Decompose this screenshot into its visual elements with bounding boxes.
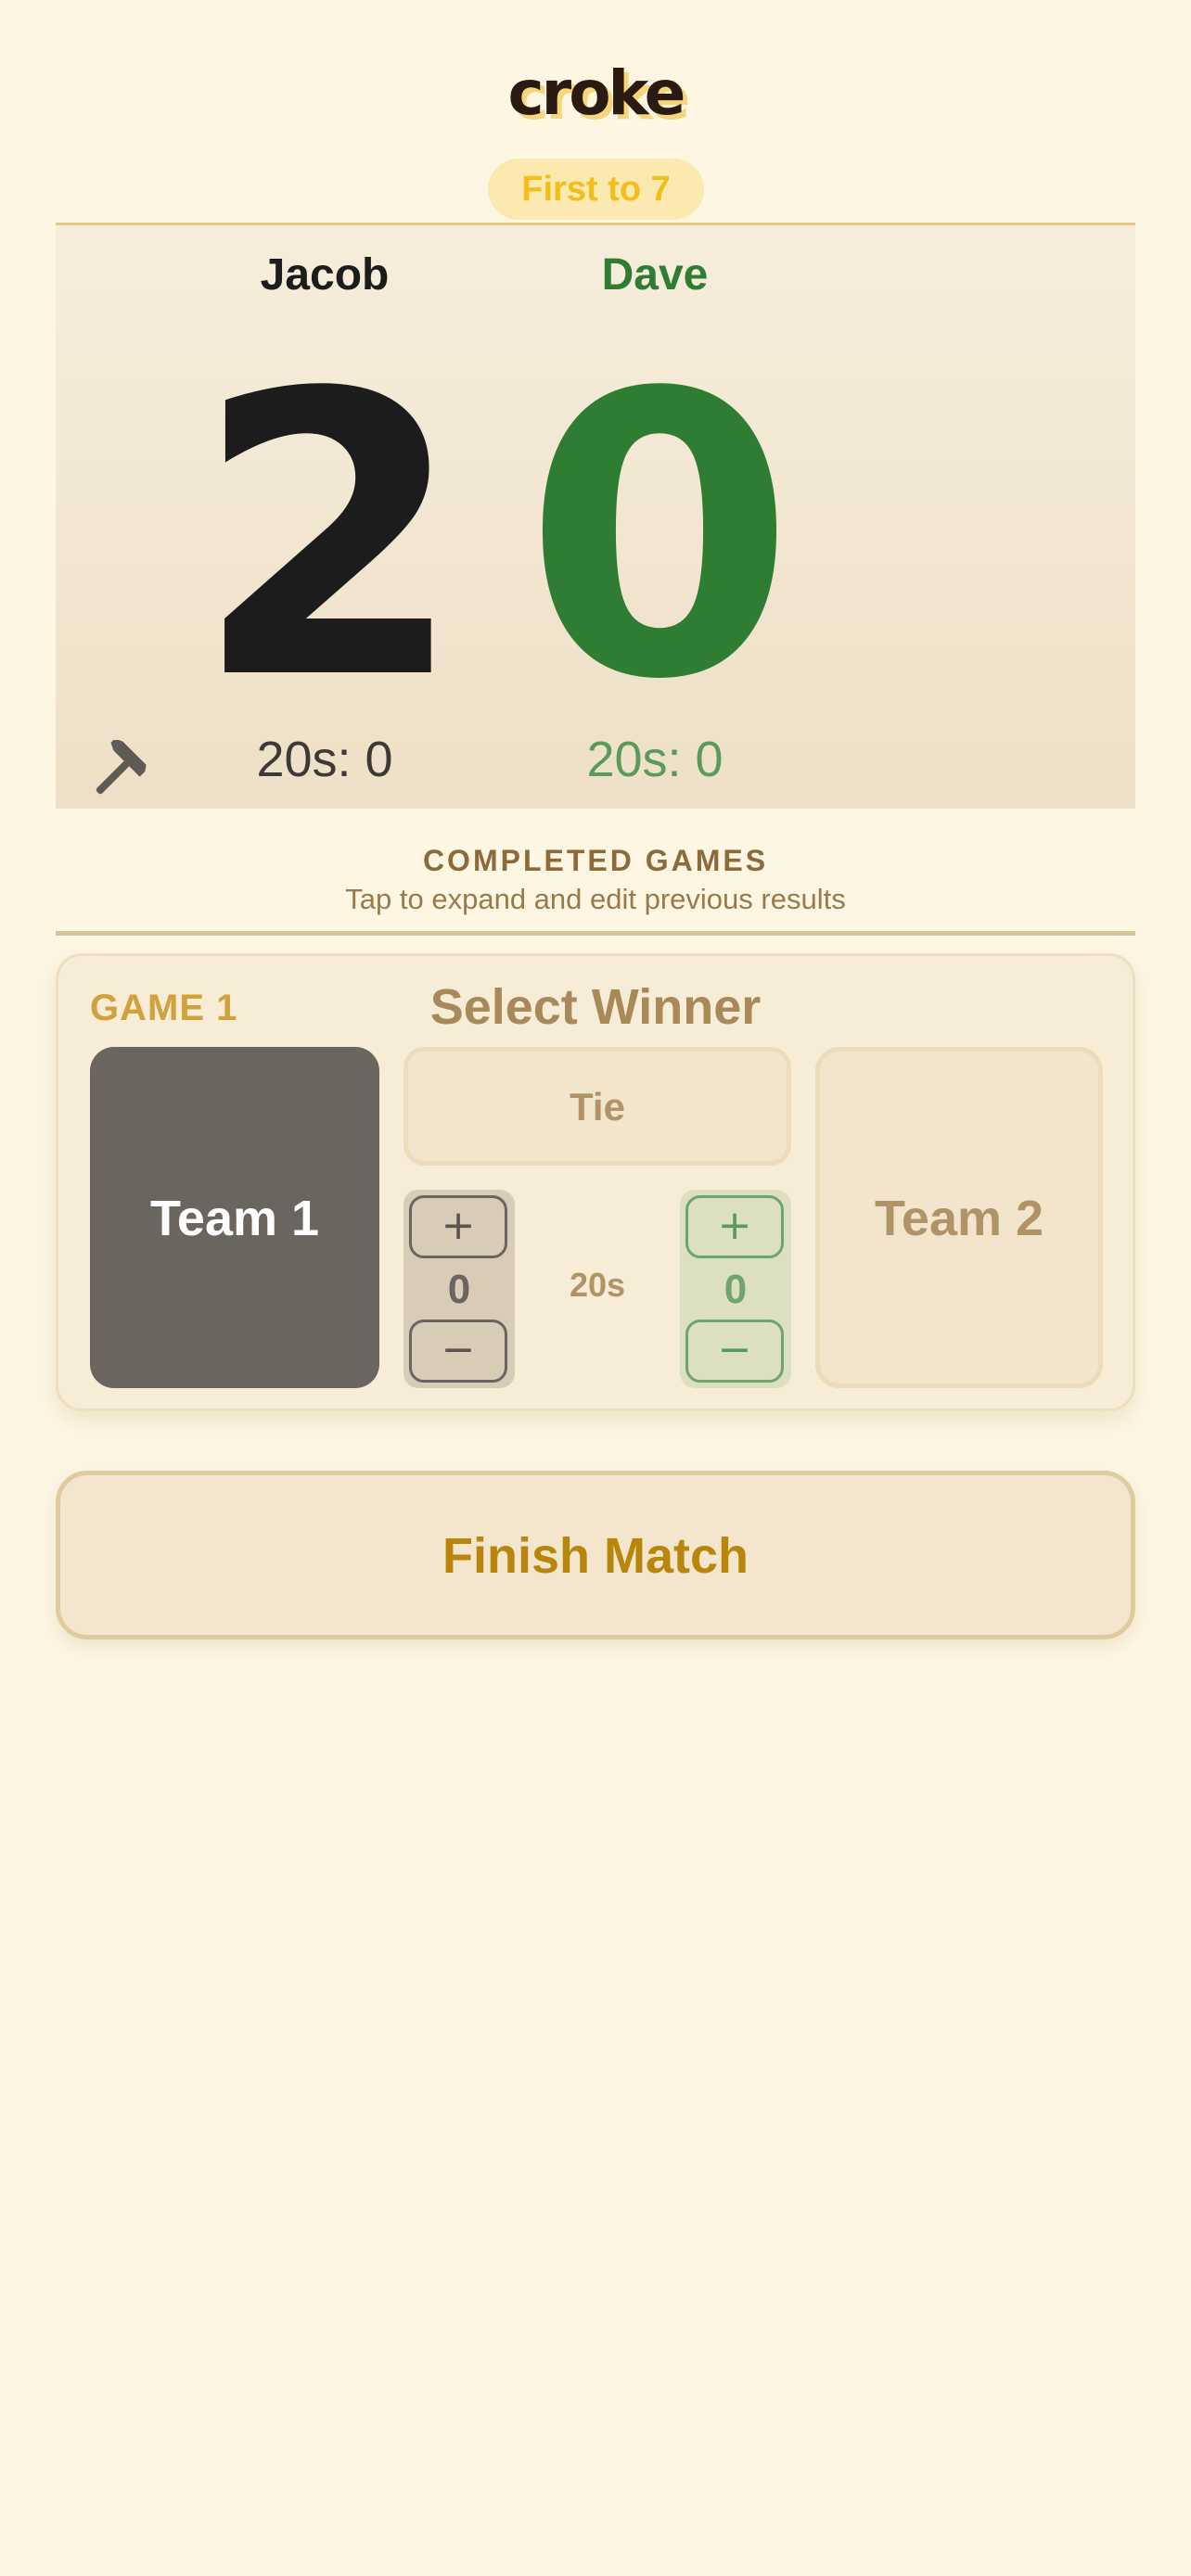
game-card[interactable]: GAME 1 Select Winner Team 1 Tie + 0 − 20… — [56, 953, 1135, 1411]
team1-twenties-minus-button[interactable]: − — [409, 1320, 507, 1383]
player2-name[interactable]: Dave — [386, 249, 924, 300]
select-winner-prompt: Select Winner — [429, 979, 762, 1035]
team1-twenties-value: 0 — [447, 1267, 471, 1312]
team2-twenties-plus-button[interactable]: + — [685, 1195, 784, 1258]
team1-twenties-stepper: + 0 − — [403, 1190, 515, 1388]
team1-twenties-plus-button[interactable]: + — [409, 1195, 507, 1258]
app-logo: croke — [507, 57, 686, 129]
section-divider — [56, 931, 1135, 936]
scoreboard: Jacob Dave 2 vs 0 20s: 0 20s: 0 — [56, 223, 1135, 809]
team2-twenties-stepper: + 0 − — [680, 1190, 791, 1388]
finish-match-button[interactable]: Finish Match — [56, 1471, 1135, 1639]
hammer-icon[interactable] — [87, 738, 150, 803]
team2-twenties-value: 0 — [724, 1267, 748, 1312]
team2-button[interactable]: Team 2 — [815, 1047, 1103, 1388]
completed-games-title: COMPLETED GAMES — [422, 844, 769, 877]
team1-button[interactable]: Team 1 — [90, 1047, 379, 1388]
target-badge[interactable]: First to 7 — [488, 159, 704, 220]
tie-button[interactable]: Tie — [403, 1047, 791, 1166]
team2-twenties-minus-button[interactable]: − — [685, 1320, 784, 1383]
player2-twenties: 20s: 0 — [586, 732, 724, 787]
twenties-label: 20s — [569, 1266, 626, 1304]
completed-games-subtitle: Tap to expand and edit previous results — [345, 883, 846, 915]
player2-score[interactable]: 0 — [386, 344, 924, 733]
